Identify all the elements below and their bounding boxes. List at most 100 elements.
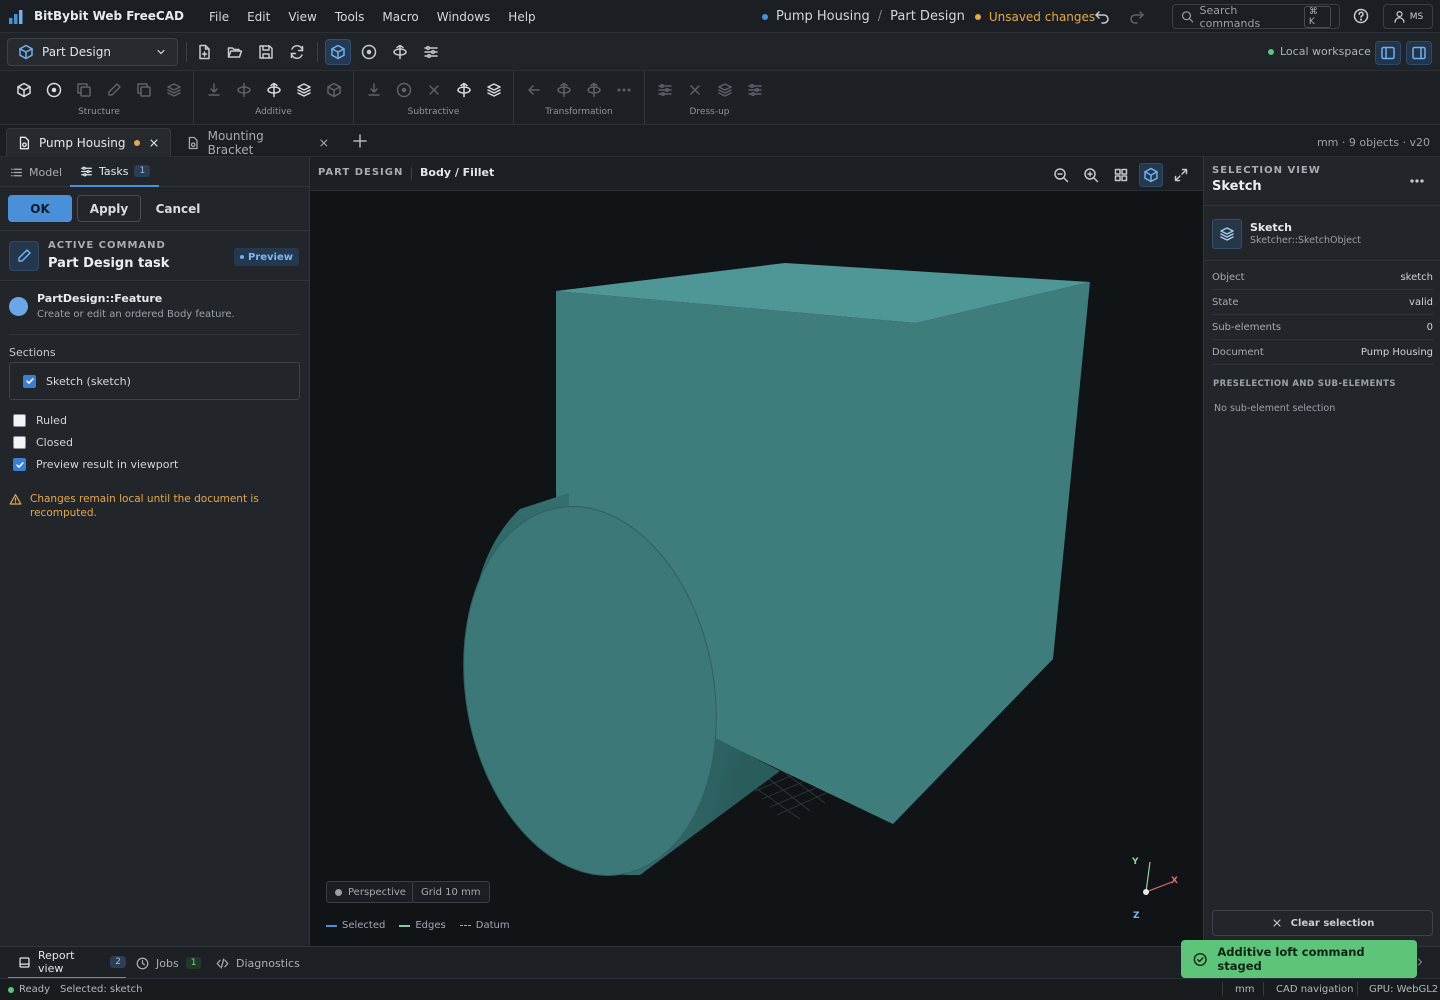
zoom-out-icon[interactable] (1049, 163, 1073, 187)
command-search[interactable]: Search commands ⌘ K (1172, 4, 1340, 30)
close-icon[interactable] (318, 137, 330, 149)
part-view-icon[interactable] (325, 39, 351, 65)
list-icon (11, 168, 22, 176)
section-item-sketch[interactable]: Sketch (sketch) (9, 362, 300, 400)
preview-result-checkbox[interactable] (13, 458, 26, 471)
grid-chip[interactable]: Grid 10 mm (412, 881, 490, 903)
apply-button[interactable]: Apply (77, 195, 141, 222)
subtractive-pipe-icon[interactable] (479, 80, 509, 100)
menu-windows[interactable]: Windows (428, 10, 500, 24)
user-menu-button[interactable]: MS (1383, 4, 1433, 29)
draft-icon[interactable] (740, 80, 770, 100)
close-icon[interactable] (148, 137, 160, 149)
cancel-button[interactable]: Cancel (146, 195, 210, 222)
option-ruled[interactable]: Ruled (13, 414, 67, 427)
tab-model[interactable]: Model (10, 157, 66, 187)
fillet-icon[interactable] (650, 80, 680, 100)
cut-icon[interactable] (419, 80, 449, 100)
revolve-icon[interactable] (387, 39, 413, 65)
more-options-icon[interactable] (1409, 173, 1425, 189)
menu-help[interactable]: Help (499, 10, 544, 24)
grid-view-icon[interactable] (1109, 163, 1133, 187)
legend-swatch (399, 924, 411, 927)
open-folder-icon[interactable] (222, 39, 248, 65)
ruled-checkbox[interactable] (13, 414, 26, 427)
additive-pipe-icon[interactable] (289, 80, 319, 100)
3d-viewport[interactable]: PART DESIGN Body / Fillet Y X Z Perspect… (310, 157, 1203, 946)
zoom-in-icon[interactable] (1079, 163, 1103, 187)
additive-loft-icon[interactable] (259, 80, 289, 100)
clone-icon[interactable] (69, 80, 99, 100)
more-icon[interactable] (609, 80, 639, 100)
toast-notification[interactable]: Additive loft command staged (1181, 940, 1417, 978)
new-document-icon[interactable] (191, 39, 217, 65)
breadcrumb-document[interactable]: Pump Housing (776, 9, 870, 24)
breadcrumb-workbench[interactable]: Part Design (890, 9, 965, 24)
save-icon[interactable] (253, 39, 279, 65)
part-icon[interactable] (39, 80, 69, 100)
layers-icon[interactable] (159, 80, 189, 100)
undo-icon[interactable] (1094, 8, 1110, 24)
menu-view[interactable]: View (279, 10, 325, 24)
property-row: Object sketch (1212, 265, 1433, 290)
add-tab-icon[interactable] (352, 133, 368, 149)
legend-datum: Datum (459, 920, 510, 931)
toggle-right-panel-icon[interactable] (1406, 41, 1432, 65)
closed-checkbox[interactable] (13, 436, 26, 449)
additive-primitive-icon[interactable] (319, 80, 349, 100)
clear-selection-button[interactable]: Clear selection (1212, 910, 1433, 936)
status-units[interactable]: mm (1235, 984, 1254, 995)
sketch-layers-icon (1212, 219, 1242, 249)
mirror-icon[interactable] (519, 80, 549, 100)
isometric-view-icon[interactable] (1139, 163, 1163, 187)
fullscreen-icon[interactable] (1169, 163, 1193, 187)
pad-icon[interactable] (199, 80, 229, 100)
help-icon[interactable] (1353, 8, 1369, 24)
doc-tab-pump-housing[interactable]: Pump Housing (6, 128, 171, 157)
feature-name: PartDesign::Feature (37, 292, 163, 305)
code-icon (216, 957, 229, 969)
menu-macro[interactable]: Macro (373, 10, 427, 24)
toolbar-divider (186, 42, 187, 62)
menu-edit[interactable]: Edit (238, 10, 279, 24)
projection-chip[interactable]: Perspective (326, 881, 415, 903)
toggle-left-panel-icon[interactable] (1375, 41, 1401, 65)
tab-jobs[interactable]: Jobs 1 (136, 947, 202, 979)
panel-tabs: Model Tasks 1 (0, 157, 309, 187)
tab-diagnostics[interactable]: Diagnostics (216, 947, 300, 979)
sketch-pencil-icon[interactable] (99, 80, 129, 100)
viewport-path[interactable]: Body / Fillet (420, 166, 494, 179)
property-row: Document Pump Housing (1212, 340, 1433, 365)
tab-tasks[interactable]: Tasks 1 (70, 157, 159, 187)
doc-tab-mounting-bracket[interactable]: Mounting Bracket (176, 128, 340, 157)
app-brand[interactable]: BitBybit Web FreeCAD (8, 7, 184, 25)
check-circle-icon (1193, 952, 1207, 966)
circle-target-icon[interactable] (356, 39, 382, 65)
pocket-icon[interactable] (359, 80, 389, 100)
status-navigation[interactable]: CAD navigation (1276, 984, 1354, 995)
ok-button[interactable]: OK (8, 195, 72, 222)
redo-icon[interactable] (1129, 8, 1145, 24)
linear-pattern-icon[interactable] (549, 80, 579, 100)
preview-badge-label: Preview (247, 251, 293, 263)
chamfer-icon[interactable] (680, 80, 710, 100)
subtractive-loft-icon[interactable] (449, 80, 479, 100)
settings-sliders-icon[interactable] (418, 39, 444, 65)
app-name: BitBybit Web FreeCAD (34, 9, 184, 23)
section-checkbox[interactable] (23, 374, 36, 388)
option-preview-result[interactable]: Preview result in viewport (13, 458, 178, 471)
menu-tools[interactable]: Tools (326, 10, 374, 24)
status-gpu: GPU: WebGL2 (1369, 984, 1439, 995)
tab-report-view[interactable]: Report view 2 (8, 947, 126, 979)
recompute-icon[interactable] (284, 39, 310, 65)
polar-pattern-icon[interactable] (579, 80, 609, 100)
revolution-icon[interactable] (229, 80, 259, 100)
menu-file[interactable]: File (200, 10, 238, 24)
hole-icon[interactable] (389, 80, 419, 100)
option-closed[interactable]: Closed (13, 436, 73, 449)
workbench-select[interactable]: Part Design (7, 38, 178, 66)
copy-icon[interactable] (129, 80, 159, 100)
body-icon[interactable] (9, 80, 39, 100)
model-scene[interactable] (310, 191, 1203, 946)
thickness-icon[interactable] (710, 80, 740, 100)
